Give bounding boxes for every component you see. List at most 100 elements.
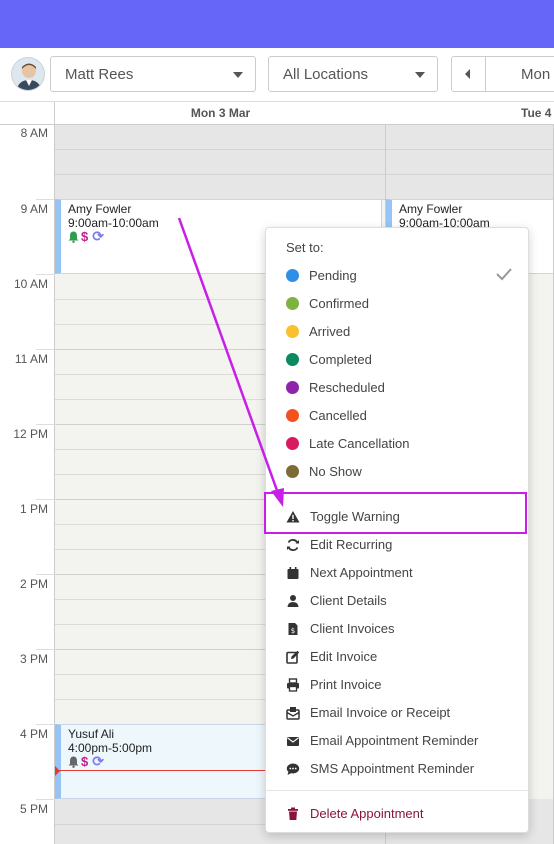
status-arrived[interactable]: Arrived (266, 318, 528, 346)
recurring-icon: ⟳ (92, 753, 104, 769)
status-confirmed[interactable]: Confirmed (266, 290, 528, 318)
hour-label: 5 PM (19, 802, 48, 816)
svg-text:$: $ (291, 627, 295, 635)
day-header-mon[interactable]: Mon 3 Mar (55, 106, 386, 120)
user-icon (286, 594, 300, 608)
grid-line (386, 149, 553, 150)
status-label: Late Cancellation (309, 436, 410, 451)
hour-tick (36, 574, 55, 575)
current-date-button[interactable]: Mon (521, 66, 550, 83)
status-cancelled[interactable]: Cancelled (266, 402, 528, 430)
calendar-toolbar: Matt Rees All Locations Mon (0, 48, 554, 102)
appointment-icons: $ ⟳ (68, 754, 104, 769)
dollar-icon: $ (81, 229, 89, 244)
avatar[interactable] (11, 57, 45, 91)
location-select[interactable]: All Locations (268, 56, 438, 92)
hour-tick (36, 349, 55, 350)
recurring-icon: ⟳ (92, 228, 104, 244)
action-label: Edit Invoice (310, 649, 378, 664)
recurring-icon (286, 538, 300, 552)
action-label: Email Appointment Reminder (310, 733, 479, 748)
status-completed[interactable]: Completed (266, 346, 528, 374)
action-label: Delete Appointment (310, 806, 424, 821)
appointment-client-name: Amy Fowler (68, 202, 132, 216)
sms-icon (286, 762, 300, 776)
checkmark-icon (496, 267, 514, 281)
current-time-line (55, 770, 266, 771)
unavailable-slot (55, 125, 385, 200)
email-receipt-icon (286, 706, 300, 720)
client-details-item[interactable]: Client Details (266, 587, 528, 615)
status-label: Cancelled (309, 408, 367, 423)
appointment-time: 9:00am-10:00am (68, 216, 159, 230)
status-late-cancellation[interactable]: Late Cancellation (266, 430, 528, 458)
time-gutter-header (0, 102, 55, 125)
unavailable-slot (386, 125, 553, 200)
hour-label: 9 AM (20, 202, 48, 216)
action-label: Email Invoice or Receipt (310, 705, 451, 720)
current-time-marker (55, 766, 60, 776)
email-invoice-item[interactable]: Email Invoice or Receipt (266, 699, 528, 727)
hour-tick (36, 724, 55, 725)
hour-label: 10 AM (13, 277, 48, 291)
appointment-client-name: Yusuf Ali (68, 727, 115, 741)
print-icon (286, 678, 300, 692)
print-invoice-item[interactable]: Print Invoice (266, 671, 528, 699)
chevron-left-icon (465, 69, 470, 79)
hour-tick (36, 649, 55, 650)
sms-reminder-item[interactable]: SMS Appointment Reminder (266, 755, 528, 783)
staff-select-value: Matt Rees (65, 66, 134, 83)
chevron-down-icon (233, 72, 243, 78)
status-label: Rescheduled (309, 380, 385, 395)
edit-icon (286, 650, 300, 664)
hour-label: 12 PM (13, 427, 48, 441)
hour-tick (36, 799, 55, 800)
hour-label: 8 AM (20, 126, 48, 140)
status-dot (286, 269, 299, 282)
envelope-icon (286, 734, 300, 748)
status-label: No Show (309, 464, 362, 479)
status-label: Completed (309, 352, 372, 367)
status-no-show[interactable]: No Show (266, 458, 528, 486)
client-invoices-item[interactable]: $ Client Invoices (266, 615, 528, 643)
edit-invoice-item[interactable]: Edit Invoice (266, 643, 528, 671)
status-pending[interactable]: Pending (266, 262, 528, 290)
annotation-highlight-box (264, 492, 527, 534)
bell-icon (68, 231, 79, 246)
hour-tick (36, 274, 55, 275)
next-appointment-item[interactable]: Next Appointment (266, 559, 528, 587)
time-column: 8 AM 9 AM 10 AM 11 AM 12 PM 1 PM 2 PM 3 … (0, 125, 55, 844)
previous-button[interactable] (452, 57, 486, 91)
status-label: Confirmed (309, 296, 369, 311)
status-dot (286, 437, 299, 450)
action-label: Client Invoices (310, 621, 395, 636)
invoice-file-icon: $ (286, 622, 300, 636)
status-dot (286, 409, 299, 422)
staff-select[interactable]: Matt Rees (50, 56, 256, 92)
dollar-icon: $ (81, 754, 89, 769)
status-dot (286, 297, 299, 310)
action-label: Edit Recurring (310, 537, 393, 552)
location-select-value: All Locations (283, 66, 369, 83)
hour-label: 11 AM (14, 352, 48, 366)
action-label: Print Invoice (310, 677, 382, 692)
appointment-icons: $ ⟳ (68, 229, 104, 244)
calendar-header: Mon 3 Mar Tue 4 (0, 102, 554, 125)
status-label: Arrived (309, 324, 351, 339)
action-label: SMS Appointment Reminder (310, 761, 475, 776)
top-app-bar (0, 0, 554, 48)
status-dot (286, 465, 299, 478)
status-dot (286, 325, 299, 338)
day-header-tue[interactable]: Tue 4 (387, 106, 554, 120)
edit-recurring-item[interactable]: Edit Recurring (266, 531, 528, 559)
hour-tick (36, 199, 55, 200)
date-navigator: Mon (451, 56, 554, 92)
chevron-down-icon (415, 72, 425, 78)
action-label: Client Details (310, 593, 387, 608)
appointment-time: 4:00pm-5:00pm (68, 741, 153, 755)
calendar-icon (286, 566, 300, 580)
menu-title: Set to: (286, 240, 324, 255)
delete-appointment-item[interactable]: Delete Appointment (266, 800, 528, 828)
email-reminder-item[interactable]: Email Appointment Reminder (266, 727, 528, 755)
status-rescheduled[interactable]: Rescheduled (266, 374, 528, 402)
